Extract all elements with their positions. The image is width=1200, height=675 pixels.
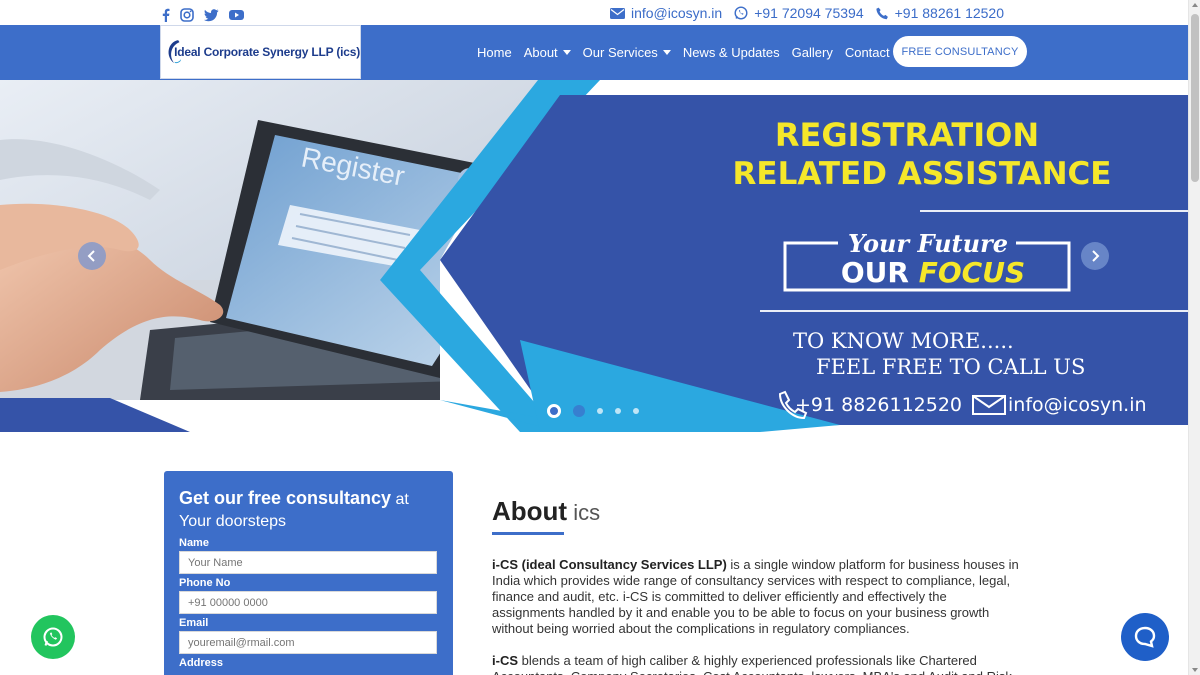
scroll-down-icon[interactable] xyxy=(1192,668,1198,672)
contact-info: info@icosyn.in +91 72094 75394 +91 88261… xyxy=(609,5,1004,21)
phone-label: Phone No xyxy=(179,577,231,589)
youtube-icon[interactable] xyxy=(229,7,244,23)
hero-tag-2: OUR FOCUS xyxy=(841,256,1025,289)
nav-news[interactable]: News & Updates xyxy=(683,45,780,60)
carousel-dot-4[interactable] xyxy=(615,408,621,414)
contact-phone[interactable]: +91 88261 12520 xyxy=(876,5,1004,21)
about-p1-bold: i-CS (ideal Consultancy Services LLP) xyxy=(492,557,727,572)
form-title-light: at xyxy=(391,491,409,508)
chevron-right-icon xyxy=(1092,250,1100,262)
carousel-dot-5[interactable] xyxy=(633,408,639,414)
chevron-left-icon xyxy=(87,250,95,262)
carousel-dot-2[interactable] xyxy=(573,405,585,417)
hero-tag-1: Your Future xyxy=(848,229,1008,258)
twitter-icon[interactable] xyxy=(204,7,219,23)
main-navbar: Ideal Corporate Synergy LLP (ics) Home A… xyxy=(0,25,1188,80)
about-title: About ics xyxy=(492,496,1022,527)
hero-cta-2: FEEL FREE TO CALL US xyxy=(816,355,1085,379)
brand-logo[interactable]: Ideal Corporate Synergy LLP (ics) xyxy=(160,25,361,79)
hero-email: info@icosyn.in xyxy=(1008,394,1147,416)
free-consultancy-button[interactable]: FREE CONSULTANCY xyxy=(893,36,1027,67)
nav-about-label: About xyxy=(523,45,558,60)
logo-text: Ideal Corporate Synergy LLP (ics) xyxy=(174,45,360,59)
about-p2-text: blends a team of high caliber & highly e… xyxy=(492,653,1012,675)
hero-carousel: Register REGISTRATION RELATED ASSISTANCE… xyxy=(0,80,1188,432)
nav-contact-label: Contact xyxy=(844,45,890,60)
hero-cta-1: TO KNOW MORE..... xyxy=(793,329,1014,353)
name-input[interactable] xyxy=(179,551,437,574)
nav-services-label: Our Services xyxy=(582,45,658,60)
nav-home[interactable]: Home xyxy=(477,45,512,60)
name-label: Name xyxy=(179,537,209,549)
contact-email[interactable]: info@icosyn.in xyxy=(609,5,723,21)
hero-banner-graphic: Register REGISTRATION RELATED ASSISTANCE… xyxy=(0,80,1188,432)
nav-services[interactable]: Our Services xyxy=(583,45,671,60)
form-title-bold: Get our free consultancy xyxy=(179,488,392,508)
carousel-dot-3[interactable] xyxy=(597,408,603,414)
address-label: Address xyxy=(179,657,224,669)
scrollbar-thumb[interactable] xyxy=(1191,14,1199,182)
nav-menu: Home About Our Services News & Updates G… xyxy=(477,25,890,80)
hero-tag-2-focus: FOCUS xyxy=(919,256,1025,289)
hero-headline-1: REGISTRATION xyxy=(775,116,1039,154)
about-section: About ics i-CS (ideal Consultancy Servic… xyxy=(492,496,1022,675)
carousel-indicators xyxy=(547,404,639,418)
about-title-underline xyxy=(492,532,564,535)
about-title-bold: About xyxy=(492,496,568,526)
form-title: Get our free consultancy at xyxy=(179,487,438,511)
contact-phone-text: +91 88261 12520 xyxy=(894,5,1004,21)
logo-swoosh-icon xyxy=(168,40,181,64)
facebook-icon[interactable] xyxy=(162,7,170,23)
chat-bubble-icon xyxy=(1134,626,1156,648)
carousel-next-button[interactable] xyxy=(1081,242,1109,270)
phone-input[interactable] xyxy=(179,591,437,614)
top-bar: info@icosyn.in +91 72094 75394 +91 88261… xyxy=(0,0,1188,25)
chat-float-button[interactable] xyxy=(1121,613,1169,661)
about-title-light: ics xyxy=(567,500,601,525)
contact-whatsapp[interactable]: +91 72094 75394 xyxy=(734,5,864,21)
about-p2-bold: i-CS xyxy=(492,653,518,668)
hero-tag-2-our: OUR xyxy=(841,256,919,289)
nav-home-label: Home xyxy=(477,45,512,60)
contact-whatsapp-text: +91 72094 75394 xyxy=(754,5,864,21)
page-scrollbar[interactable] xyxy=(1188,0,1200,675)
about-paragraph-1: i-CS (ideal Consultancy Services LLP) is… xyxy=(492,557,1022,637)
form-subtitle: Your doorsteps xyxy=(179,513,287,530)
scroll-up-icon[interactable] xyxy=(1192,3,1198,7)
caret-down-icon xyxy=(562,50,571,55)
email-label: Email xyxy=(179,617,209,629)
nav-news-label: News & Updates xyxy=(682,45,780,60)
whatsapp-icon xyxy=(43,627,63,647)
hero-phone: +91 8826112520 xyxy=(795,394,962,416)
carousel-prev-button[interactable] xyxy=(78,242,106,270)
whatsapp-icon xyxy=(734,6,748,20)
hero-headline-2: RELATED ASSISTANCE xyxy=(733,156,1112,192)
consultancy-form: Get our free consultancy at Your doorste… xyxy=(164,471,453,675)
carousel-dot-1[interactable] xyxy=(547,404,561,418)
instagram-icon[interactable] xyxy=(180,7,194,23)
phone-icon xyxy=(876,7,888,19)
nav-contact[interactable]: Contact xyxy=(845,45,890,60)
envelope-icon xyxy=(609,7,625,19)
whatsapp-float-button[interactable] xyxy=(31,615,75,659)
caret-down-icon xyxy=(662,50,671,55)
social-links xyxy=(162,7,244,23)
email-input[interactable] xyxy=(179,631,437,654)
about-paragraph-2: i-CS blends a team of high caliber & hig… xyxy=(492,653,1022,675)
nav-about[interactable]: About xyxy=(524,45,571,60)
nav-gallery[interactable]: Gallery xyxy=(792,45,833,60)
contact-email-text: info@icosyn.in xyxy=(630,5,723,21)
nav-gallery-label: Gallery xyxy=(791,45,833,60)
